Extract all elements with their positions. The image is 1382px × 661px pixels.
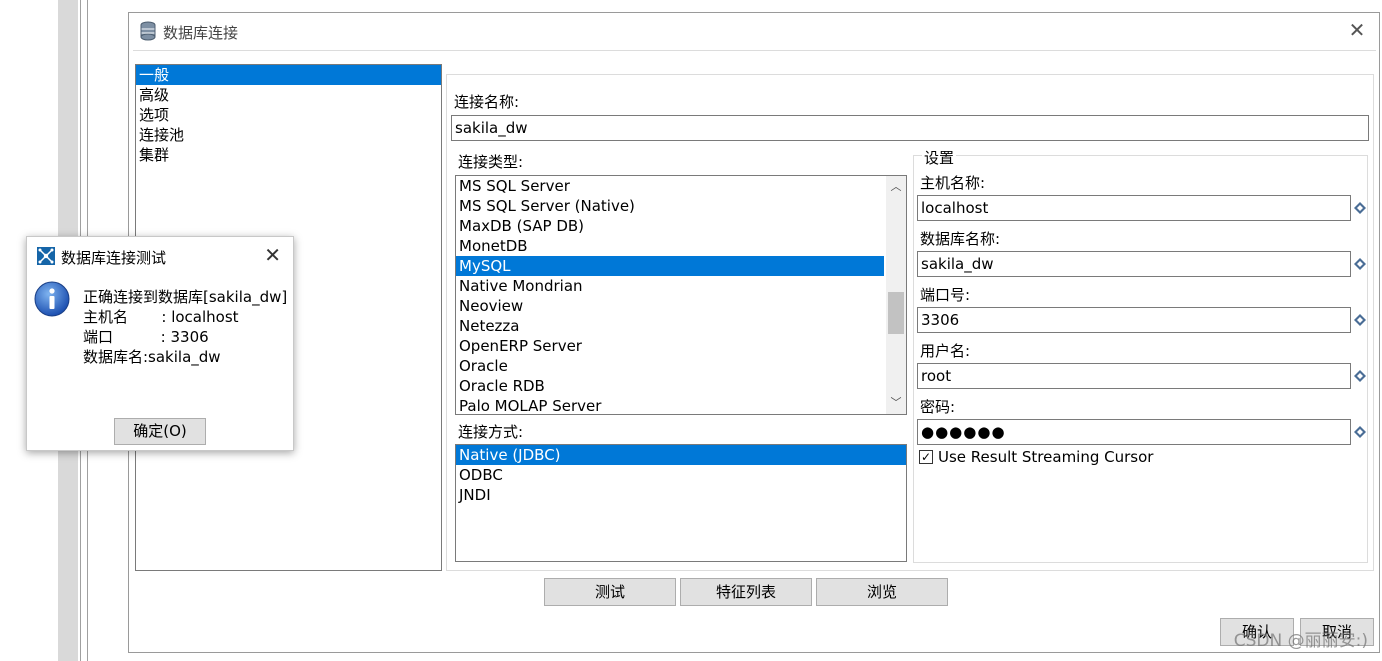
- explore-button[interactable]: 浏览: [816, 578, 948, 606]
- connection-name-label: 连接名称:: [454, 93, 520, 111]
- access-method-label: 连接方式:: [458, 423, 524, 441]
- variable-icon[interactable]: [1354, 426, 1366, 438]
- host-label: 主机名称:: [920, 174, 986, 192]
- scroll-up-icon[interactable]: ︿: [886, 178, 906, 196]
- settings-group-title: 设置: [922, 147, 957, 168]
- dialog-title: 数据库连接: [163, 24, 239, 42]
- general-panel: 连接名称: sakila_dw 连接类型: MS SQL Server MS S…: [446, 74, 1374, 571]
- list-item-jndi[interactable]: JNDI: [456, 485, 906, 505]
- database-name-input[interactable]: sakila_dw: [917, 251, 1351, 277]
- scroll-down-icon[interactable]: ﹀: [886, 394, 906, 412]
- username-label: 用户名:: [920, 342, 971, 360]
- list-item-odbc[interactable]: ODBC: [456, 465, 906, 485]
- port-input[interactable]: 3306: [917, 307, 1351, 333]
- message-line: 数据库名:sakila_dw: [83, 348, 221, 366]
- content-frame: 一般 高级 选项 连接池 集群 连接名称: sakila_dw 连接类型: MS…: [133, 50, 1376, 650]
- variable-icon[interactable]: [1354, 202, 1366, 214]
- list-item[interactable]: Oracle RDB: [456, 376, 906, 396]
- connection-name-input[interactable]: sakila_dw: [451, 115, 1369, 141]
- port-label: 端口号:: [920, 286, 971, 304]
- message-line: 端口 : 3306: [83, 328, 209, 346]
- messagebox-ok-button[interactable]: 确定(O): [114, 418, 206, 445]
- spoon-app-icon: [37, 247, 55, 265]
- database-connection-dialog: 数据库连接 ✕ 一般 高级 选项 连接池 集群 连接名称: sakila_dw …: [128, 12, 1380, 653]
- list-item[interactable]: Oracle: [456, 356, 906, 376]
- title-bar: 数据库连接 ✕: [129, 13, 1379, 49]
- connection-type-scrollbar[interactable]: ︿ ﹀: [886, 176, 906, 414]
- username-input[interactable]: root: [917, 363, 1351, 389]
- message-line: 正确连接到数据库[sakila_dw]: [83, 288, 288, 306]
- nav-item-pooling[interactable]: 连接池: [136, 125, 441, 145]
- variable-icon[interactable]: [1354, 258, 1366, 270]
- message-line: 主机名 : localhost: [83, 308, 239, 326]
- list-item[interactable]: MS SQL Server (Native): [456, 196, 906, 216]
- streaming-cursor-checkbox[interactable]: ✓: [919, 450, 933, 464]
- access-method-list[interactable]: Native (JDBC) ODBC JNDI: [455, 444, 907, 562]
- database-icon: [140, 21, 156, 41]
- nav-item-cluster[interactable]: 集群: [136, 145, 441, 165]
- password-input[interactable]: ●●●●●●: [917, 419, 1351, 445]
- streaming-cursor-label: Use Result Streaming Cursor: [938, 448, 1154, 466]
- messagebox-title: 数据库连接测试: [61, 249, 167, 267]
- connection-type-label: 连接类型:: [458, 153, 524, 171]
- connection-type-list[interactable]: MS SQL Server MS SQL Server (Native) Max…: [455, 175, 907, 415]
- list-item[interactable]: Native Mondrian: [456, 276, 906, 296]
- list-item[interactable]: Neoview: [456, 296, 906, 316]
- database-name-label: 数据库名称:: [920, 230, 1001, 248]
- close-icon[interactable]: ✕: [264, 244, 281, 266]
- list-item-mysql[interactable]: MySQL: [456, 256, 884, 276]
- list-item[interactable]: MaxDB (SAP DB): [456, 216, 906, 236]
- list-item-native-jdbc[interactable]: Native (JDBC): [456, 445, 906, 465]
- variable-icon[interactable]: [1354, 370, 1366, 382]
- nav-item-general[interactable]: 一般: [136, 65, 441, 85]
- password-label: 密码:: [920, 398, 956, 416]
- list-item[interactable]: MS SQL Server: [456, 176, 906, 196]
- nav-item-options[interactable]: 选项: [136, 105, 441, 125]
- list-item[interactable]: OpenERP Server: [456, 336, 906, 356]
- close-icon[interactable]: ✕: [1347, 19, 1367, 41]
- feature-list-button[interactable]: 特征列表: [680, 578, 812, 606]
- watermark: CSDN @丽丽安:): [1233, 631, 1368, 651]
- nav-item-advanced[interactable]: 高级: [136, 85, 441, 105]
- settings-group: 设置 主机名称: localhost 数据库名称: sakila_dw 端口号:…: [913, 147, 1368, 563]
- scroll-thumb[interactable]: [888, 292, 904, 334]
- list-item[interactable]: Palo MOLAP Server: [456, 396, 906, 414]
- variable-icon[interactable]: [1354, 314, 1366, 326]
- host-input[interactable]: localhost: [917, 195, 1351, 221]
- connection-test-messagebox: 数据库连接测试 ✕ 正确连接到数据库[sakila_dw] 主机名 : loca…: [26, 236, 294, 451]
- test-button[interactable]: 测试: [544, 578, 676, 606]
- list-item[interactable]: MonetDB: [456, 236, 906, 256]
- list-item[interactable]: Netezza: [456, 316, 906, 336]
- info-icon: [34, 281, 70, 317]
